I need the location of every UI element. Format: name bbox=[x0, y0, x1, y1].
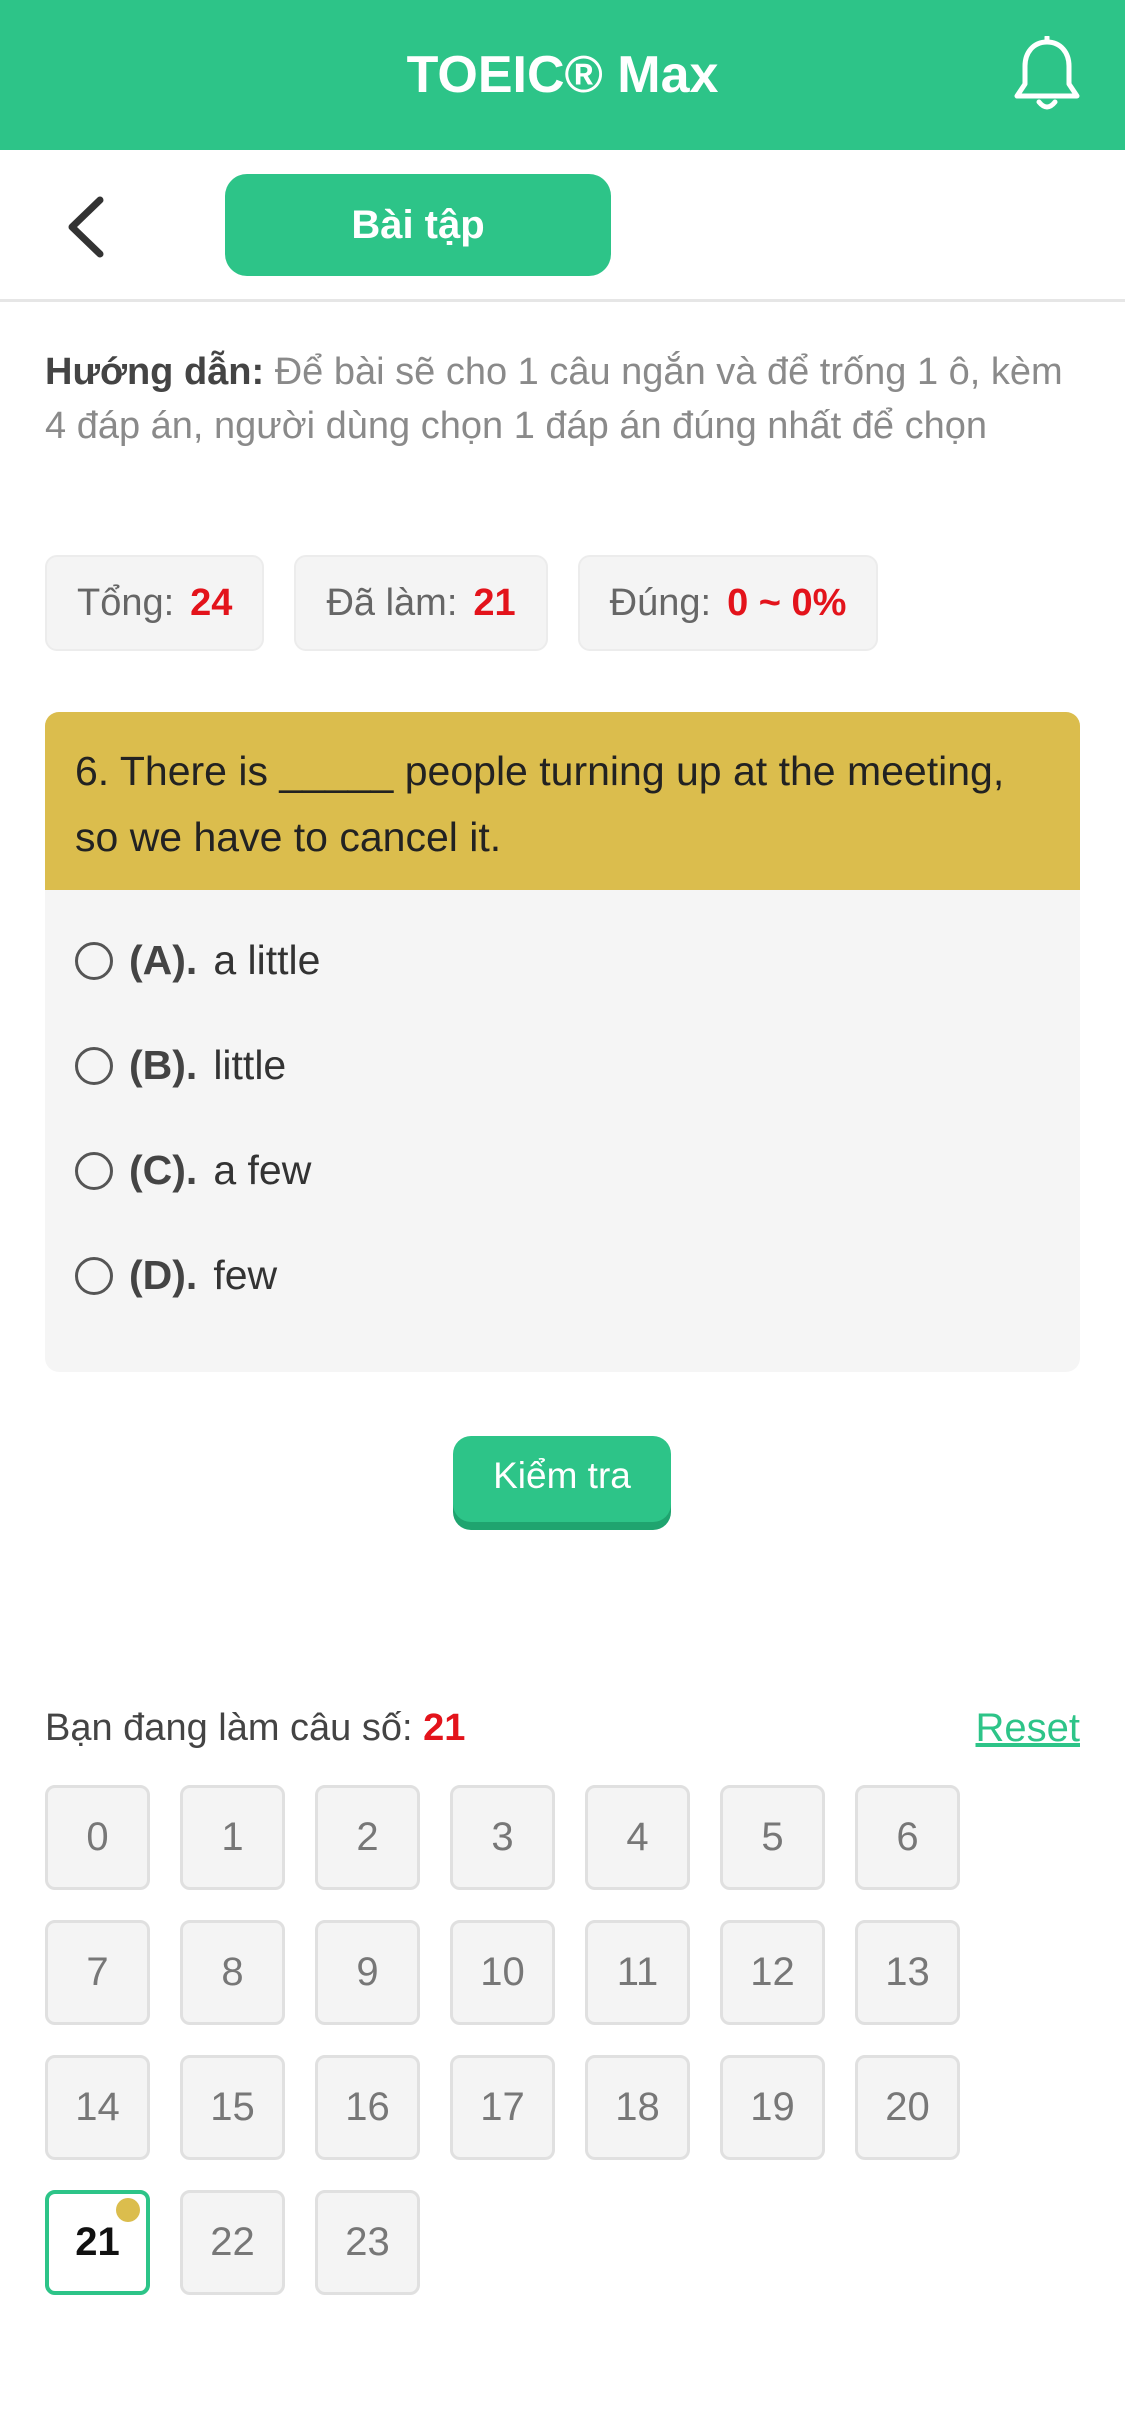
question-card: 6. There is _____ people turning up at t… bbox=[45, 712, 1080, 1372]
option-b[interactable]: (B). little bbox=[75, 1013, 1050, 1118]
current-question-indicator: Bạn đang làm câu số: 21 bbox=[45, 1700, 465, 1756]
option-text: a little bbox=[213, 937, 321, 983]
question-cell[interactable]: 5 bbox=[720, 1785, 825, 1890]
option-d[interactable]: (D). few bbox=[75, 1223, 1050, 1328]
question-cell[interactable]: 9 bbox=[315, 1920, 420, 2025]
question-cell[interactable]: 7 bbox=[45, 1920, 150, 2025]
stat-total-label: Tổng: bbox=[77, 581, 175, 624]
question-cell-number: 21 bbox=[75, 2220, 120, 2264]
question-cell[interactable]: 2 bbox=[315, 1785, 420, 1890]
question-cell[interactable]: 8 bbox=[180, 1920, 285, 2025]
radio-button[interactable] bbox=[75, 1151, 113, 1190]
question-cell[interactable]: 23 bbox=[315, 2190, 420, 2295]
exercise-tab-button[interactable]: Bài tập bbox=[225, 174, 611, 276]
app-title: TOEIC® Max bbox=[406, 46, 719, 104]
toolbar: Bài tập bbox=[0, 150, 1125, 302]
check-button[interactable]: Kiểm tra bbox=[453, 1436, 671, 1522]
app-header: TOEIC® Max bbox=[0, 0, 1125, 150]
question-cell-current[interactable]: 21 bbox=[45, 2190, 150, 2295]
question-cell[interactable]: 14 bbox=[45, 2055, 150, 2160]
question-cell[interactable]: 16 bbox=[315, 2055, 420, 2160]
stat-correct-value: 0 ~ 0% bbox=[727, 581, 847, 624]
question-cell[interactable]: 4 bbox=[585, 1785, 690, 1890]
stat-done-value: 21 bbox=[473, 581, 516, 624]
question-cell[interactable]: 11 bbox=[585, 1920, 690, 2025]
question-text: 6. There is _____ people turning up at t… bbox=[45, 712, 1080, 890]
radio-button[interactable] bbox=[75, 941, 113, 980]
option-c[interactable]: (C). a few bbox=[75, 1118, 1050, 1223]
option-text: little bbox=[213, 1042, 287, 1088]
stat-total-value: 24 bbox=[190, 581, 233, 624]
question-grid: 0 1 2 3 4 5 6 7 8 9 10 11 12 13 14 15 16… bbox=[45, 1785, 1005, 2295]
option-text: a few bbox=[213, 1147, 312, 1193]
stat-correct: Đúng: 0 ~ 0% bbox=[577, 555, 879, 651]
question-cell[interactable]: 15 bbox=[180, 2055, 285, 2160]
option-label: (D). bbox=[129, 1252, 198, 1298]
option-label: (B). bbox=[129, 1042, 198, 1088]
stat-done: Đã làm: 21 bbox=[294, 555, 548, 651]
question-cell[interactable]: 1 bbox=[180, 1785, 285, 1890]
option-label: (C). bbox=[129, 1147, 198, 1193]
current-question-label: Bạn đang làm câu số: bbox=[45, 1707, 413, 1749]
question-cell[interactable]: 17 bbox=[450, 2055, 555, 2160]
question-cell[interactable]: 0 bbox=[45, 1785, 150, 1890]
question-cell[interactable]: 3 bbox=[450, 1785, 555, 1890]
current-question-number: 21 bbox=[423, 1707, 466, 1749]
question-cell[interactable]: 13 bbox=[855, 1920, 960, 2025]
stat-done-label: Đã làm: bbox=[326, 581, 458, 624]
option-a[interactable]: (A). a little bbox=[75, 908, 1050, 1013]
current-marker-dot bbox=[116, 2198, 140, 2222]
option-text: few bbox=[213, 1252, 278, 1298]
question-cell[interactable]: 20 bbox=[855, 2055, 960, 2160]
answer-options: (A). a little (B). little (C). a few (D)… bbox=[45, 890, 1080, 1346]
radio-button[interactable] bbox=[75, 1046, 113, 1085]
instructions: Hướng dẫn: Để bài sẽ cho 1 câu ngắn và đ… bbox=[45, 345, 1085, 453]
instructions-label: Hướng dẫn: bbox=[45, 351, 265, 393]
option-label: (A). bbox=[129, 937, 198, 983]
radio-button[interactable] bbox=[75, 1256, 113, 1295]
question-cell[interactable]: 12 bbox=[720, 1920, 825, 2025]
bell-icon[interactable] bbox=[1011, 36, 1083, 114]
question-cell[interactable]: 6 bbox=[855, 1785, 960, 1890]
question-cell[interactable]: 10 bbox=[450, 1920, 555, 2025]
question-cell[interactable]: 22 bbox=[180, 2190, 285, 2295]
stats-row: Tổng: 24 Đã làm: 21 Đúng: 0 ~ 0% bbox=[45, 555, 879, 651]
question-cell[interactable]: 19 bbox=[720, 2055, 825, 2160]
question-cell[interactable]: 18 bbox=[585, 2055, 690, 2160]
reset-link[interactable]: Reset bbox=[976, 1700, 1081, 1756]
stat-correct-label: Đúng: bbox=[609, 581, 712, 624]
stat-total: Tổng: 24 bbox=[45, 555, 265, 651]
chevron-left-icon[interactable] bbox=[58, 192, 118, 262]
